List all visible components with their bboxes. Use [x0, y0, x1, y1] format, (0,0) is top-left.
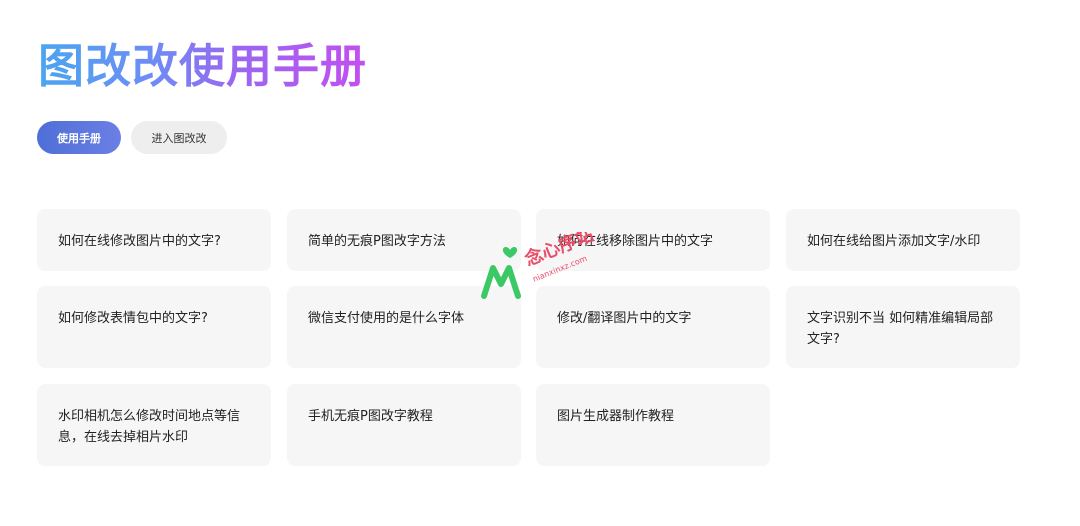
article-title: 水印相机怎么修改时间地点等信息，在线去掉相片水印 [58, 409, 241, 445]
article-title: 如何在线给图片添加文字/水印 [807, 234, 981, 249]
article-card[interactable]: 如何修改表情包中的文字? [37, 286, 271, 368]
article-card[interactable]: 文字识别不当 如何精准编辑局部文字? [786, 286, 1020, 368]
article-title: 简单的无痕P图改字方法 [308, 234, 446, 249]
article-card[interactable]: 修改/翻译图片中的文字 [536, 286, 770, 368]
article-card[interactable]: 如何在线给图片添加文字/水印 [786, 209, 1020, 271]
article-card[interactable]: 简单的无痕P图改字方法 [287, 209, 521, 271]
article-title: 如何在线修改图片中的文字? [58, 234, 221, 249]
article-title: 手机无痕P图改字教程 [308, 409, 433, 424]
article-title: 如何在线移除图片中的文字 [557, 234, 714, 249]
article-card[interactable]: 如何在线修改图片中的文字? [37, 209, 271, 271]
tab-bar: 使用手册 进入图改改 [37, 121, 227, 154]
tab-enter-app[interactable]: 进入图改改 [131, 121, 227, 154]
article-card[interactable]: 手机无痕P图改字教程 [287, 384, 521, 466]
article-title: 微信支付使用的是什么字体 [308, 311, 465, 326]
article-card[interactable]: 微信支付使用的是什么字体 [287, 286, 521, 368]
article-card[interactable]: 水印相机怎么修改时间地点等信息，在线去掉相片水印 [37, 384, 271, 466]
article-card[interactable]: 图片生成器制作教程 [536, 384, 770, 466]
page-title: 图改改使用手册 [38, 36, 367, 96]
article-title: 修改/翻译图片中的文字 [557, 311, 692, 326]
article-title: 图片生成器制作教程 [557, 409, 675, 424]
article-card[interactable]: 如何在线移除图片中的文字 [536, 209, 770, 271]
tab-user-manual[interactable]: 使用手册 [37, 121, 121, 154]
article-title: 文字识别不当 如何精准编辑局部文字? [807, 311, 994, 347]
article-title: 如何修改表情包中的文字? [58, 311, 208, 326]
